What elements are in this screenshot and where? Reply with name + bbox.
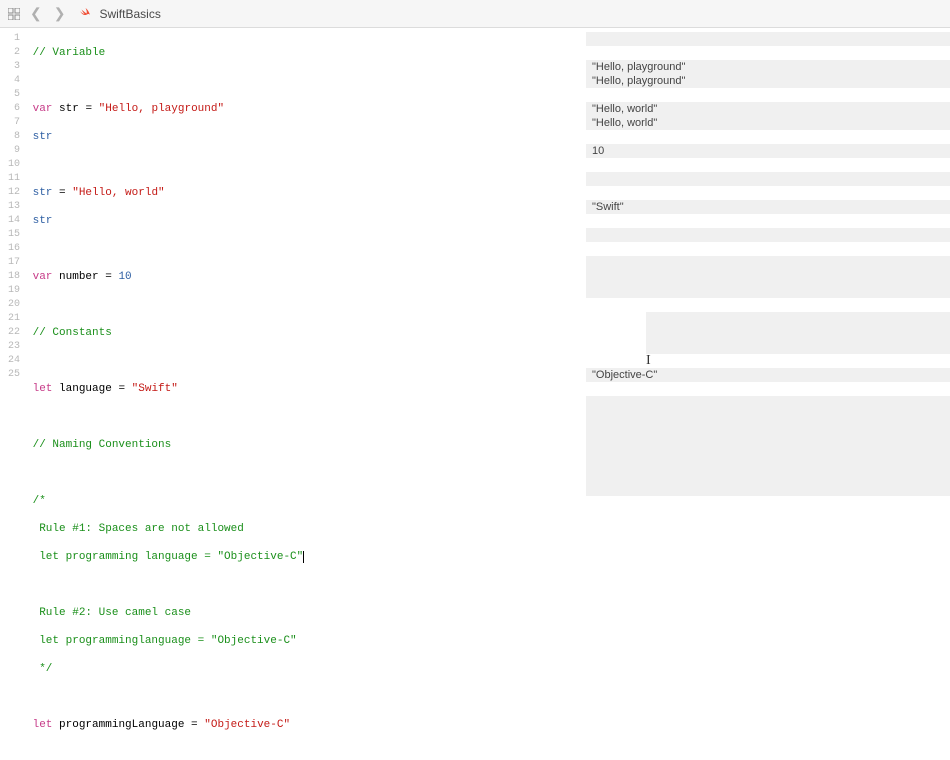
line-number: 13 — [0, 200, 26, 214]
code-string: "Hello, playground" — [99, 103, 224, 115]
code-number: 10 — [118, 271, 131, 283]
line-number: 12 — [0, 186, 26, 200]
line-gutter: 1 2 3 4 5 6 7 8 9 10 11 12 13 14 15 16 1… — [0, 28, 26, 508]
code-ident: str — [33, 187, 53, 199]
line-number: 10 — [0, 158, 26, 172]
code-comment: Rule #2: Use camel case — [33, 607, 191, 619]
line-number: 6 — [0, 102, 26, 116]
line-number: 21 — [0, 312, 26, 326]
code-comment: let programminglanguage = "Objective-C" — [33, 635, 297, 647]
line-number: 20 — [0, 298, 26, 312]
code-ident: number — [59, 271, 99, 283]
line-number: 19 — [0, 284, 26, 298]
line-number: 18 — [0, 270, 26, 284]
code-comment: Rule #1: Spaces are not allowed — [33, 523, 244, 535]
line-number: 9 — [0, 144, 26, 158]
result-value: "Hello, world" — [592, 102, 657, 116]
line-number: 15 — [0, 228, 26, 242]
code-ident: str — [59, 103, 79, 115]
line-number: 11 — [0, 172, 26, 186]
line-number: 2 — [0, 46, 26, 60]
line-number: 16 — [0, 242, 26, 256]
code-ident: language — [59, 383, 112, 395]
nav-forward-icon[interactable]: ❯ — [52, 5, 68, 22]
code-ident: programmingLanguage — [59, 719, 184, 731]
text-cursor-icon — [303, 551, 304, 563]
line-number: 5 — [0, 88, 26, 102]
code-ident: str — [33, 215, 53, 227]
code-comment: let programming language = "Objective-C" — [33, 551, 304, 563]
code-string: "Hello, world" — [72, 187, 164, 199]
line-number: 4 — [0, 74, 26, 88]
result-value: 10 — [592, 144, 604, 158]
code-ident: str — [33, 131, 53, 143]
result-value: "Hello, playground" — [592, 74, 685, 88]
code-comment: /* — [33, 495, 46, 507]
code-comment: // Naming Conventions — [33, 439, 172, 451]
line-number: 1 — [0, 32, 26, 46]
code-keyword: var — [33, 271, 53, 283]
result-value: "Hello, playground" — [592, 60, 685, 74]
code-string: "Objective-C" — [204, 719, 290, 731]
mouse-text-cursor-icon: I — [646, 354, 651, 368]
code-keyword: let — [33, 383, 53, 395]
line-number: 23 — [0, 340, 26, 354]
file-name[interactable]: SwiftBasics — [99, 7, 160, 21]
toolbar: ❮ ❯ SwiftBasics — [0, 0, 950, 28]
results-sidebar: "Hello, playground" "Hello, playground" … — [586, 28, 950, 508]
result-value: "Objective-C" — [592, 368, 657, 382]
line-number: 17 — [0, 256, 26, 270]
editor-main: 1 2 3 4 5 6 7 8 9 10 11 12 13 14 15 16 1… — [0, 28, 950, 508]
code-comment: */ — [33, 663, 53, 675]
code-comment: // Constants — [33, 327, 112, 339]
line-number: 7 — [0, 116, 26, 130]
code-comment: // Variable — [33, 47, 106, 59]
code-editor[interactable]: // Variable var str = "Hello, playground… — [26, 28, 586, 508]
line-number: 25 — [0, 368, 26, 382]
related-items-icon[interactable] — [8, 8, 20, 20]
swift-file-icon — [79, 6, 91, 21]
line-number: 3 — [0, 60, 26, 74]
code-string: "Swift" — [132, 383, 178, 395]
line-number: 24 — [0, 354, 26, 368]
nav-back-icon[interactable]: ❮ — [28, 5, 44, 22]
code-keyword: let — [33, 719, 53, 731]
line-number: 22 — [0, 326, 26, 340]
code-keyword: var — [33, 103, 53, 115]
line-number: 8 — [0, 130, 26, 144]
result-value: "Hello, world" — [592, 116, 657, 130]
result-value: "Swift" — [592, 200, 624, 214]
line-number: 14 — [0, 214, 26, 228]
